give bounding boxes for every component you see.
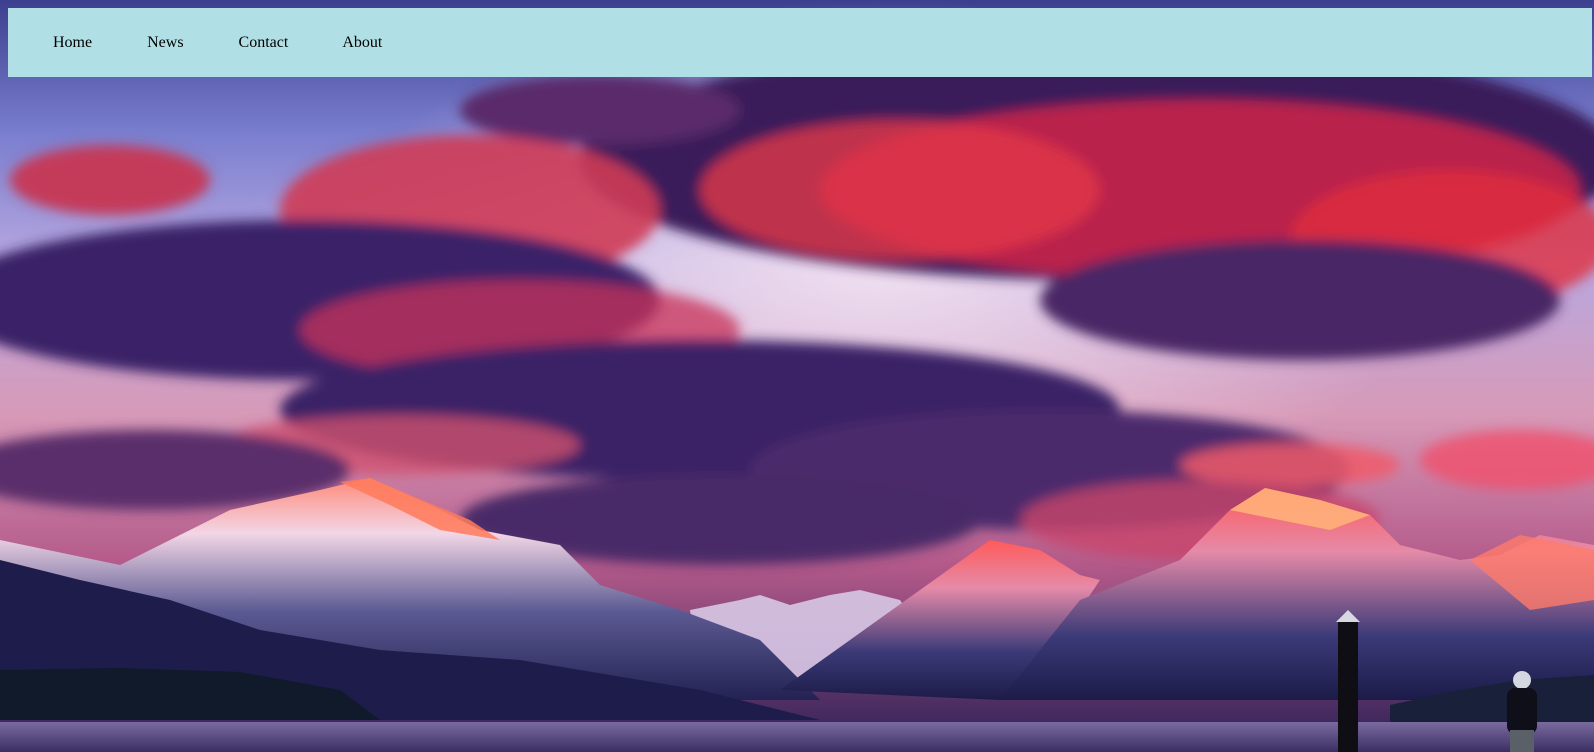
top-navigation-bar: Home News Contact About <box>8 8 1592 77</box>
nav-link-home[interactable]: Home <box>53 34 92 52</box>
nav-link-news[interactable]: News <box>147 34 183 52</box>
hero-background-image <box>0 0 1594 752</box>
page: Home News Contact About <box>0 0 1594 752</box>
nav-link-about[interactable]: About <box>342 34 382 52</box>
nav-link-contact[interactable]: Contact <box>239 34 289 52</box>
